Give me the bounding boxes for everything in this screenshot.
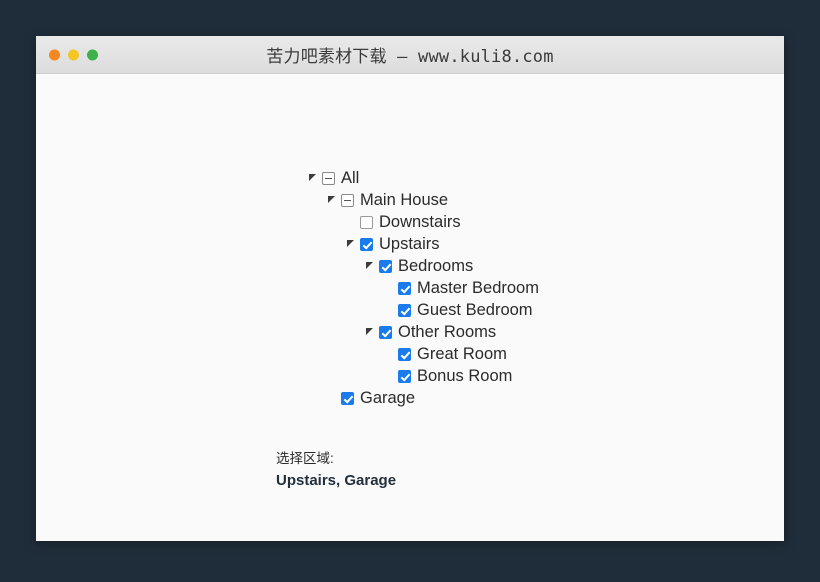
tree-node-label: Great Room (417, 345, 507, 363)
checkbox-checked[interactable] (379, 259, 392, 273)
tree-node[interactable]: Great Room (306, 343, 539, 365)
tree-node-label: All (341, 169, 360, 187)
selection-summary: 选择区域: Upstairs, Garage (276, 449, 396, 491)
tree-node[interactable]: Upstairs (306, 233, 539, 255)
close-window-button[interactable] (49, 49, 60, 60)
tree-node-label: Downstairs (379, 213, 461, 231)
checkbox-checked[interactable] (341, 391, 354, 405)
tree-node-label: Garage (360, 389, 416, 407)
tree-node-label: Master Bedroom (417, 279, 539, 297)
tree-node[interactable]: Garage (306, 387, 539, 409)
collapse-triangle-icon[interactable] (325, 189, 341, 211)
maximize-window-button[interactable] (87, 49, 98, 60)
collapse-triangle-icon[interactable] (344, 233, 360, 255)
tree-node[interactable]: All (306, 167, 539, 189)
window-controls (49, 49, 98, 60)
checkbox-tree: All Main House Downstairs Upstairs Bedrooms M… (306, 167, 539, 409)
checkbox-checked[interactable] (360, 237, 373, 251)
tree-node[interactable]: Bedrooms (306, 255, 539, 277)
window-titlebar: 苦力吧素材下载 – www.kuli8.com (36, 36, 784, 74)
checkbox-checked[interactable] (379, 325, 392, 339)
tree-node[interactable]: Other Rooms (306, 321, 539, 343)
tree-node[interactable]: Bonus Room (306, 365, 539, 387)
window-title: 苦力吧素材下载 – www.kuli8.com (266, 47, 554, 67)
minimize-window-button[interactable] (68, 49, 79, 60)
tree-node-label: Upstairs (379, 235, 440, 253)
selection-summary-label: 选择区域: (276, 451, 334, 466)
selection-summary-value: Upstairs, Garage (276, 472, 397, 489)
tree-node-label: Main House (360, 191, 449, 209)
collapse-triangle-icon[interactable] (363, 255, 379, 277)
collapse-triangle-icon[interactable] (363, 321, 379, 343)
tree-node-label: Guest Bedroom (417, 301, 533, 319)
tree-node[interactable]: Main House (306, 189, 539, 211)
checkbox-checked[interactable] (398, 347, 411, 361)
collapse-triangle-icon[interactable] (306, 167, 322, 189)
tree-node[interactable]: Master Bedroom (306, 277, 539, 299)
tree-node[interactable]: Downstairs (306, 211, 539, 233)
browser-window: 苦力吧素材下载 – www.kuli8.com All Main House Dow… (36, 36, 784, 541)
checkbox-checked[interactable] (398, 281, 411, 295)
tree-node-label: Bonus Room (417, 367, 513, 385)
checkbox-checked[interactable] (398, 369, 411, 383)
checkbox-unchecked[interactable] (360, 215, 373, 229)
tree-node[interactable]: Guest Bedroom (306, 299, 539, 321)
checkbox-checked[interactable] (398, 303, 411, 317)
checkbox-indeterminate[interactable] (322, 171, 335, 185)
tree-node-label: Bedrooms (398, 257, 474, 275)
window-content: All Main House Downstairs Upstairs Bedrooms M… (36, 74, 784, 541)
tree-node-label: Other Rooms (398, 323, 497, 341)
checkbox-indeterminate[interactable] (341, 193, 354, 207)
